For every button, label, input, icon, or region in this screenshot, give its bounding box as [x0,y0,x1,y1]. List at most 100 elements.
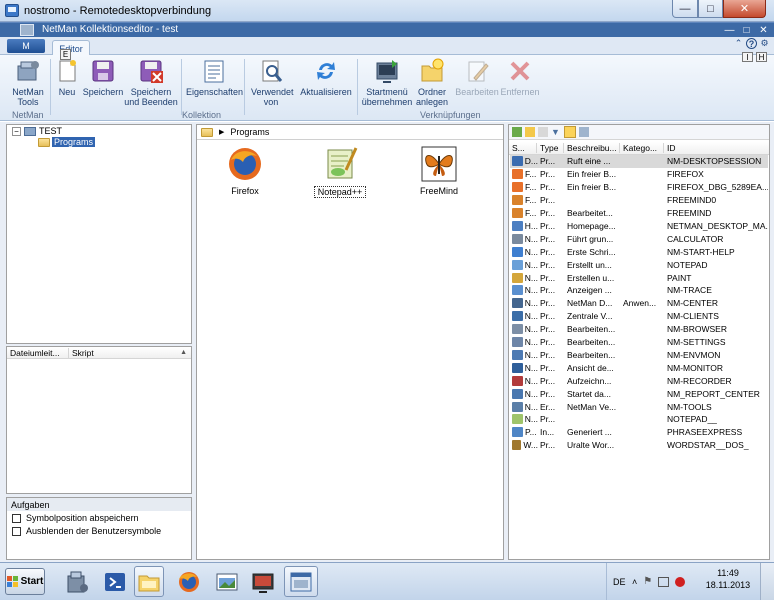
table-row[interactable]: N... Pr... Aufzeichn... NM-RECORDER [510,374,768,387]
col-dateiumleit[interactable]: Dateiumleit... [7,347,69,358]
app-maximize-button[interactable]: □ [739,23,754,37]
col-skript[interactable]: Skript [69,348,180,358]
table-row[interactable]: N... Er... NetMan Ve... NM-TOOLS [510,400,768,413]
cell-s: N... [524,388,538,399]
neu-button[interactable]: Neu [54,58,80,97]
help-icon[interactable]: ? [746,38,757,49]
app-close-button[interactable]: ✕ [756,23,771,37]
item-icon [512,208,523,219]
taskbar-remote-app[interactable] [248,566,278,597]
tree-node-test[interactable]: − TEST [12,126,62,136]
edit-icon[interactable] [538,127,548,137]
breadcrumb-arrow-icon[interactable]: ▶ [219,128,224,136]
collapse-icon[interactable]: − [12,126,21,136]
table-row[interactable]: F... Pr... FREEMIND0 [510,194,768,207]
table-row[interactable]: N... Pr... Zentrale V... NM-CLIENTS [510,310,768,323]
tab-editor[interactable]: Editor [52,40,90,56]
show-hidden-icons[interactable]: ˄ [632,577,637,587]
cell-s: N... [524,362,538,373]
eigenschaften-button[interactable]: Eigenschaften [186,58,243,97]
col-id[interactable]: ID [664,143,767,153]
taskbar-image-app[interactable] [212,566,242,597]
task-ausblenden[interactable]: Ausblenden der Benutzersymbole [12,526,161,536]
cell-id: NM-BROWSER [667,324,727,335]
table-row[interactable]: H... Pr... Homepage... NETMAN_DESKTOP_MA... [510,220,768,233]
table-row[interactable]: P... In... Generiert ... PHRASEEXPRESS [510,426,768,439]
taskbar-explorer[interactable] [134,566,164,597]
cell-id: FIREFOX [667,169,704,180]
desktop-icon-notepadpp[interactable]: Notepad++ [314,146,366,198]
task-symbolposition[interactable]: Symbolposition abspeichern [12,513,139,523]
table-row[interactable]: D... Pr... Ruft eine ... NM-DESKTOPSESSION [510,155,768,168]
speichern-beenden-button[interactable]: Speichern und Beenden [124,58,178,107]
table-row[interactable]: N... Pr... Startet da... NM_REPORT_CENTER [510,387,768,400]
col-kategorie[interactable]: Katego... [620,143,664,153]
cell-s: N... [524,285,538,296]
table-row[interactable]: F... Pr... Ein freier B... FIREFOX [510,168,768,181]
close-button[interactable]: ✕ [723,0,766,18]
taskbar-firefox[interactable] [174,566,204,597]
table-row[interactable]: N... Pr... NetMan D... Anwen... NM-CENTER [510,297,768,310]
table-row[interactable]: N... Pr... Erste Schri... NM-START-HELP [510,245,768,258]
entfernen-button[interactable]: Entfernen [500,58,540,97]
cell-s: P... [525,427,537,438]
volume-muted-icon[interactable] [675,576,686,587]
startmenu-button[interactable]: Startmenü übernehmen [360,58,414,107]
bearbeiten-button[interactable]: Bearbeiten [454,58,500,97]
netman-tools-button[interactable]: NetMan Tools [8,58,48,107]
ribbon-collapse-icon[interactable]: ⌃ [733,38,744,49]
language-indicator[interactable]: DE [606,563,626,600]
table-row[interactable]: N... Pr... Erstellt un... NOTEPAD [510,258,768,271]
table-row[interactable]: N... Pr... Bearbeiten... NM-BROWSER [510,323,768,336]
ordner-anlegen-button[interactable]: Ordner anlegen [414,58,450,107]
table-row[interactable]: N... Pr... Führt grun... CALCULATOR [510,232,768,245]
app-menu-button[interactable]: M [7,39,45,53]
table-row[interactable]: N... Pr... Anzeigen ... NM-TRACE [510,284,768,297]
collapse-arrow-icon[interactable]: ▲ [180,349,187,356]
app-minimize-button[interactable]: — [722,23,737,37]
checkbox[interactable] [12,513,21,523]
start-button[interactable]: Start [5,568,45,595]
rdp-title-bar: nostromo - Remotedesktopverbindung — □ ✕ [0,0,774,22]
maximize-button[interactable]: □ [698,0,723,18]
table-row[interactable]: W... Pr... Uralte Wor... WORDSTAR__DOS_ [510,439,768,452]
cell-id: NM-CENTER [667,298,718,309]
taskbar-powershell[interactable] [100,566,130,597]
verwendet-von-button[interactable]: Verwendet von [248,58,294,107]
new-folder-icon[interactable] [525,127,535,137]
cell-type: Pr... [540,375,556,386]
taskbar-netman-editor[interactable] [284,566,318,597]
col-beschreibung[interactable]: Beschreibu... [564,143,620,153]
folder-icon [201,127,213,137]
settings-icon[interactable]: ⚙ [759,38,770,49]
table-row[interactable]: N... Pr... Bearbeiten... NM-SETTINGS [510,336,768,349]
col-s[interactable]: S... [509,143,537,153]
taskbar-server-manager[interactable] [62,566,92,597]
flag-icon[interactable]: ⚑ [643,576,652,587]
table-row[interactable]: N... Pr... Bearbeiten... NM-ENVMON [510,349,768,362]
speichern-button[interactable]: Speichern [82,58,124,97]
desktop-icon-firefox[interactable]: Firefox [222,146,268,196]
checkbox[interactable] [12,526,21,536]
list-view-icon[interactable] [579,127,589,137]
item-icon [512,375,523,386]
network-icon[interactable] [658,576,670,587]
aktualisieren-button[interactable]: Aktualisieren [298,58,354,97]
breadcrumb-programs[interactable]: Programs [230,127,269,137]
table-row[interactable]: F... Pr... Bearbeitet... FREEMIND [510,207,768,220]
table-row[interactable]: N... Pr... Erstellen u... PAINT [510,271,768,284]
row-icon-cell: N... [510,272,538,283]
minimize-button[interactable]: — [672,0,698,18]
table-row[interactable]: N... Pr... Ansicht de... NM-MONITOR [510,361,768,374]
tree-node-programs[interactable]: Programs [38,137,96,147]
filter-icon[interactable]: ▼ [551,127,561,137]
show-desktop-button[interactable] [760,563,774,600]
details-view-icon[interactable] [564,126,576,138]
col-type[interactable]: Type [537,143,564,153]
table-row[interactable]: F... Pr... Ein freier B... FIREFOX_DBG_5289… [510,181,768,194]
table-row[interactable]: N... Pr... NOTEPAD__ [510,413,768,426]
clock[interactable]: 11:49 18.11.2013 [700,567,756,591]
desktop-icon-freemind[interactable]: FreeMind [416,146,462,196]
add-icon[interactable] [512,127,522,137]
cell-s: N... [524,401,538,412]
